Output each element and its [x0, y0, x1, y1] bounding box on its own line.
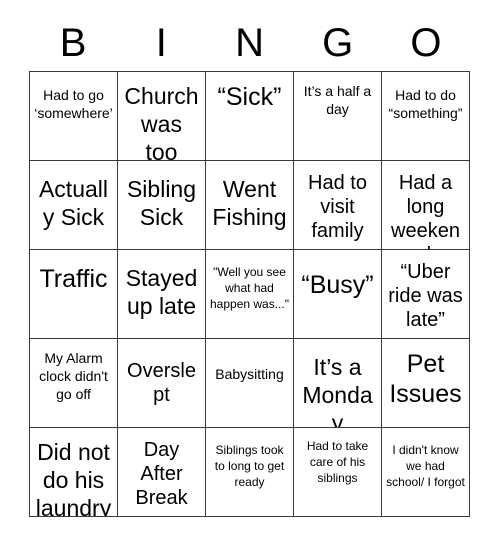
bingo-row: My Alarm clock didn't go off Overslept B…	[30, 339, 470, 428]
bingo-cell-label: Did not do his laundry	[35, 439, 112, 517]
bingo-cell[interactable]: Had to visit family	[294, 161, 382, 250]
bingo-cell[interactable]: Had to take care of his siblings	[294, 428, 382, 517]
bingo-cell-label: “Busy”	[301, 271, 374, 299]
bingo-cell[interactable]: Pet Issues	[382, 339, 470, 428]
bingo-cell-label: Had to go ‘somewhere’	[34, 87, 113, 121]
bingo-cell-label: Traffic	[39, 265, 108, 293]
bingo-cell[interactable]: Had to do “something”	[382, 72, 470, 161]
header-letter-g: G	[322, 20, 354, 65]
header-letter-i: I	[155, 20, 167, 65]
bingo-cell-label: Stayed up late	[125, 265, 198, 319]
bingo-cell[interactable]: It’s a Monday	[294, 339, 382, 428]
bingo-row: Actually Sick Sibling Sick Went Fishing …	[30, 161, 470, 250]
bingo-cell[interactable]: Had a long weekend	[382, 161, 470, 250]
header-letter-o: O	[410, 20, 442, 65]
bingo-cell[interactable]: Had to go ‘somewhere’	[30, 72, 118, 161]
bingo-cell-label: Went Fishing	[212, 176, 287, 230]
bingo-cell-label: Overslept	[127, 360, 196, 406]
bingo-cell-label: It’s a Monday	[302, 354, 373, 428]
bingo-cell-label: Had to visit family	[308, 172, 367, 242]
bingo-cell[interactable]: Siblings took to long to get ready	[206, 428, 294, 517]
bingo-cell[interactable]: Babysitting	[206, 339, 294, 428]
bingo-cell[interactable]: Did not do his laundry	[30, 428, 118, 517]
bingo-cell-label: “Uber ride was late”	[388, 261, 463, 331]
header-letter-b: B	[59, 20, 87, 65]
bingo-cell[interactable]: Actually Sick	[30, 161, 118, 250]
bingo-cell[interactable]: Overslept	[118, 339, 206, 428]
bingo-cell[interactable]: “Uber ride was late”	[382, 250, 470, 339]
bingo-cell-label: I didn't know we had school/ I forgot	[386, 443, 465, 489]
bingo-cell-label: Pet Issues	[389, 350, 462, 408]
bingo-cell-label: "Well you see what had happen was..."	[210, 265, 289, 311]
bingo-cell[interactable]: "Well you see what had happen was..."	[206, 250, 294, 339]
bingo-cell-label: Had to do “something”	[388, 87, 463, 121]
bingo-cell-label: Babysitting	[215, 366, 284, 382]
bingo-cell[interactable]: My Alarm clock didn't go off	[30, 339, 118, 428]
bingo-row: Had to go ‘somewhere’ Church was too lon…	[30, 72, 470, 161]
bingo-card: B I N G O Had to go ‘somewhere’ Church w…	[29, 14, 470, 517]
header-letter-n: N	[235, 20, 264, 65]
bingo-cell[interactable]: “Sick”	[206, 72, 294, 161]
bingo-row: Traffic Stayed up late "Well you see wha…	[30, 250, 470, 339]
bingo-grid: Had to go ‘somewhere’ Church was too lon…	[29, 71, 470, 517]
bingo-cell-label: Actually Sick	[38, 176, 109, 230]
bingo-cell-label: Sibling Sick	[126, 176, 197, 230]
bingo-cell-label: Siblings took to long to get ready	[214, 443, 285, 489]
bingo-cell[interactable]: “Busy”	[294, 250, 382, 339]
bingo-cell-label: “Sick”	[217, 83, 282, 111]
bingo-cell[interactable]: Traffic	[30, 250, 118, 339]
bingo-cell-label: Church was too long	[124, 83, 199, 161]
bingo-cell[interactable]: Went Fishing	[206, 161, 294, 250]
bingo-cell[interactable]: Sibling Sick	[118, 161, 206, 250]
bingo-cell[interactable]: Stayed up late	[118, 250, 206, 339]
bingo-row: Did not do his laundry Day After Break S…	[30, 428, 470, 517]
bingo-cell[interactable]: It’s a half a day	[294, 72, 382, 161]
bingo-header-row: B I N G O	[29, 14, 470, 71]
bingo-cell[interactable]: Day After Break	[118, 428, 206, 517]
bingo-cell-label: My Alarm clock didn't go off	[39, 350, 108, 402]
bingo-cell-label: Had to take care of his siblings	[306, 439, 369, 485]
bingo-cell[interactable]: I didn't know we had school/ I forgot	[382, 428, 470, 517]
bingo-cell-label: Had a long weekend	[391, 172, 460, 249]
bingo-cell[interactable]: Church was too long	[118, 72, 206, 161]
bingo-cell-label: Day After Break	[135, 439, 188, 509]
bingo-cell-label: It’s a half a day	[303, 83, 372, 117]
